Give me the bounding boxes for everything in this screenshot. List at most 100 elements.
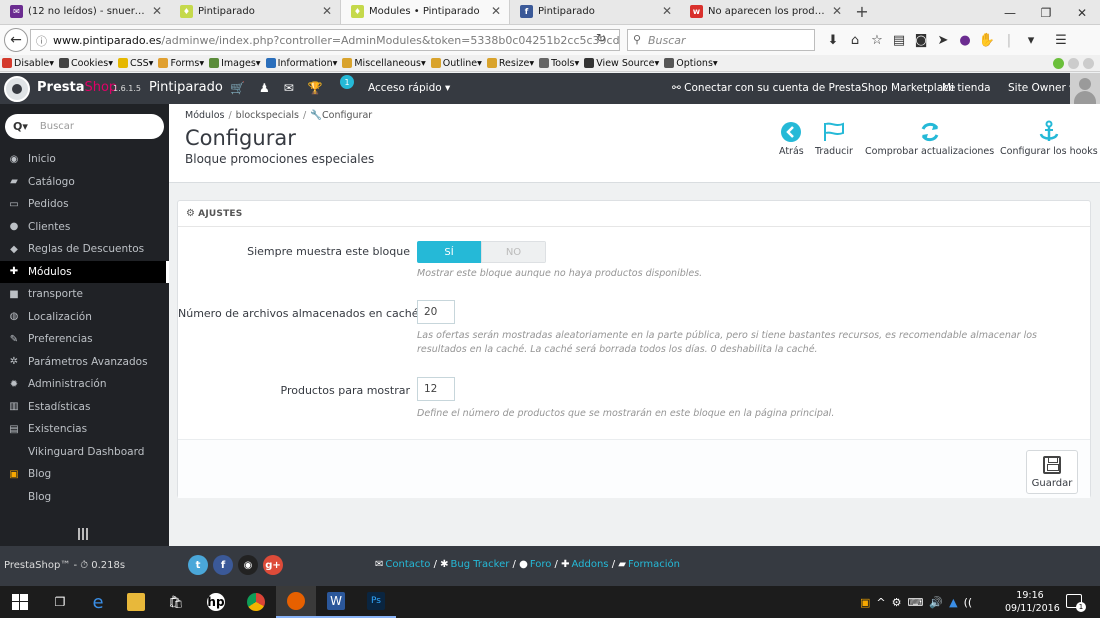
- prestashop-logo[interactable]: [4, 76, 30, 102]
- sidebar-item-blog[interactable]: Blog: [0, 486, 169, 508]
- footer-link-bugtracker[interactable]: Bug Tracker: [451, 559, 510, 570]
- search-icon[interactable]: Q▾: [13, 120, 28, 133]
- devbar-menu-item[interactable]: CSS▾: [117, 58, 153, 69]
- hp-icon[interactable]: hp: [196, 586, 236, 618]
- close-icon[interactable]: ✕: [322, 4, 332, 18]
- switch-yes[interactable]: SÍ: [417, 241, 481, 263]
- sidebar-item-transporte[interactable]: ■ transporte: [0, 283, 169, 305]
- firefox-icon[interactable]: [276, 586, 316, 618]
- back-button[interactable]: Atrás: [779, 118, 804, 157]
- close-window-icon[interactable]: ✕: [1064, 0, 1100, 25]
- sidebar-item-existencias[interactable]: ▤ Existencias: [0, 418, 169, 440]
- close-icon[interactable]: ✕: [832, 4, 842, 18]
- menu-icon[interactable]: ☰: [1050, 33, 1072, 48]
- user-icon[interactable]: ♟: [259, 81, 270, 95]
- google-plus-icon[interactable]: g+: [263, 555, 283, 575]
- browser-tab-modules[interactable]: ♦ Modules • Pintiparado ✕: [340, 0, 510, 24]
- user-menu[interactable]: Site Owner ▾: [1008, 82, 1074, 94]
- configure-hooks-button[interactable]: Configurar los hooks: [1000, 118, 1098, 157]
- browser-tab-forum[interactable]: w No aparecen los producto... ✕: [680, 0, 850, 24]
- sidebar-item-parámetros-avanzados[interactable]: ✲ Parámetros Avanzados: [0, 351, 169, 373]
- reading-list-icon[interactable]: ▤: [888, 33, 910, 48]
- breadcrumb-item[interactable]: blockspecials: [236, 110, 299, 121]
- footer-link-forum[interactable]: Foro: [530, 559, 552, 570]
- sidebar-item-vikinguard-dashboard[interactable]: Vikinguard Dashboard: [0, 441, 169, 463]
- github-icon[interactable]: ◉: [238, 555, 258, 575]
- cart-icon[interactable]: 🛒: [230, 81, 245, 95]
- chevron-up-icon[interactable]: ^: [876, 596, 885, 609]
- translate-button[interactable]: Traducir: [815, 118, 853, 157]
- avatar[interactable]: [1070, 73, 1100, 104]
- word-icon[interactable]: W: [316, 586, 356, 618]
- network-adapter-icon[interactable]: ⚙: [892, 596, 902, 609]
- sidebar-item-reglas-de-descuentos[interactable]: ◆ Reglas de Descuentos: [0, 238, 169, 260]
- cache-input[interactable]: 20: [417, 300, 455, 324]
- close-icon[interactable]: ✕: [491, 4, 501, 18]
- browser-tab-pintiparado[interactable]: ♦ Pintiparado ✕: [170, 0, 340, 24]
- validation-ok-icon[interactable]: [1053, 58, 1064, 69]
- restore-icon[interactable]: ❐: [1028, 0, 1064, 25]
- devbar-menu-item[interactable]: Resize▾: [486, 58, 534, 69]
- task-view-icon[interactable]: ❐: [40, 586, 80, 618]
- twitter-icon[interactable]: t: [188, 555, 208, 575]
- sidebar-item-módulos[interactable]: ✚ Módulos: [0, 260, 169, 283]
- sidebar-item-blog[interactable]: ▣ Blog: [0, 463, 169, 485]
- breadcrumb-item[interactable]: Módulos: [185, 110, 224, 121]
- sidebar-item-inicio[interactable]: ◉ Inicio: [0, 148, 169, 170]
- sidebar-item-localización[interactable]: ◍ Localización: [0, 306, 169, 328]
- quick-access-menu[interactable]: Acceso rápido ▾: [368, 82, 450, 94]
- devbar-menu-item[interactable]: Information▾: [265, 58, 337, 69]
- home-icon[interactable]: ⌂: [844, 33, 866, 48]
- close-icon[interactable]: ✕: [662, 4, 672, 18]
- keyboard-icon[interactable]: ⌨: [908, 596, 924, 609]
- yahoo-icon[interactable]: ●: [954, 33, 976, 48]
- sidebar-search-input[interactable]: Q▾ Buscar: [5, 114, 164, 139]
- devbar-menu-item[interactable]: View Source▾: [584, 58, 659, 69]
- devbar-menu-item[interactable]: Disable▾: [2, 58, 54, 69]
- save-button[interactable]: Guardar: [1026, 450, 1078, 494]
- sidebar-item-preferencias[interactable]: ✎ Preferencias: [0, 328, 169, 350]
- close-icon[interactable]: ✕: [152, 4, 162, 18]
- volume-icon[interactable]: 🔊: [929, 596, 943, 609]
- reload-icon[interactable]: ↻: [596, 31, 606, 45]
- windows-start-icon[interactable]: [0, 586, 40, 618]
- sidebar-item-estadísticas[interactable]: ▥ Estadísticas: [0, 396, 169, 418]
- sidebar-item-pedidos[interactable]: ▭ Pedidos: [0, 193, 169, 215]
- devbar-menu-item[interactable]: Tools▾: [539, 58, 579, 69]
- pocket-icon[interactable]: ◙: [910, 33, 932, 48]
- devbar-menu-item[interactable]: Images▾: [209, 58, 261, 69]
- trophy-icon[interactable]: 🏆: [308, 81, 323, 95]
- download-icon[interactable]: ⬇: [822, 33, 844, 48]
- send-icon[interactable]: ➤: [932, 33, 954, 48]
- marketplace-link[interactable]: ⚯ Conectar con su cuenta de PrestaShop M…: [672, 82, 955, 94]
- tray-app-icon[interactable]: ▣: [860, 596, 870, 609]
- devbar-menu-item[interactable]: Outline▾: [430, 58, 482, 69]
- footer-link-training[interactable]: Formación: [628, 559, 680, 570]
- sidebar-item-administración[interactable]: ✹ Administración: [0, 373, 169, 395]
- status-dot-icon[interactable]: [1083, 58, 1094, 69]
- products-input[interactable]: 12: [417, 377, 455, 401]
- chrome-icon[interactable]: [236, 586, 276, 618]
- file-explorer-icon[interactable]: [116, 586, 156, 618]
- status-dot-icon[interactable]: [1068, 58, 1079, 69]
- drive-icon[interactable]: ▲: [949, 596, 957, 609]
- browser-tab-facebook[interactable]: f Pintiparado ✕: [510, 0, 680, 24]
- edge-icon[interactable]: e: [78, 586, 118, 618]
- footer-link-addons[interactable]: Addons: [571, 559, 608, 570]
- devbar-menu-item[interactable]: Miscellaneous▾: [342, 58, 426, 69]
- brand-name[interactable]: PrestaShop: [37, 80, 117, 95]
- my-shop-link[interactable]: Mi tienda: [942, 82, 991, 94]
- chevron-down-icon[interactable]: ▾: [1020, 33, 1042, 48]
- system-clock[interactable]: 19:16 09/11/2016: [1005, 589, 1060, 615]
- store-icon[interactable]: 🛍: [156, 586, 196, 618]
- browser-tab-mail[interactable]: ✉ (12 no leídos) - snueroch -... ✕: [0, 0, 170, 24]
- devbar-menu-item[interactable]: Cookies▾: [59, 58, 113, 69]
- back-arrow-icon[interactable]: ←: [4, 28, 28, 52]
- photoshop-icon[interactable]: Ps: [356, 586, 396, 618]
- collapse-menu-icon[interactable]: [78, 528, 88, 540]
- info-icon[interactable]: ⓘ: [36, 33, 47, 49]
- sidebar-item-catálogo[interactable]: ▰ Catálogo: [0, 171, 169, 193]
- new-tab-button[interactable]: +: [850, 0, 874, 24]
- footer-link-contact[interactable]: Contacto: [385, 559, 430, 570]
- extension-icon[interactable]: ✋: [976, 33, 998, 48]
